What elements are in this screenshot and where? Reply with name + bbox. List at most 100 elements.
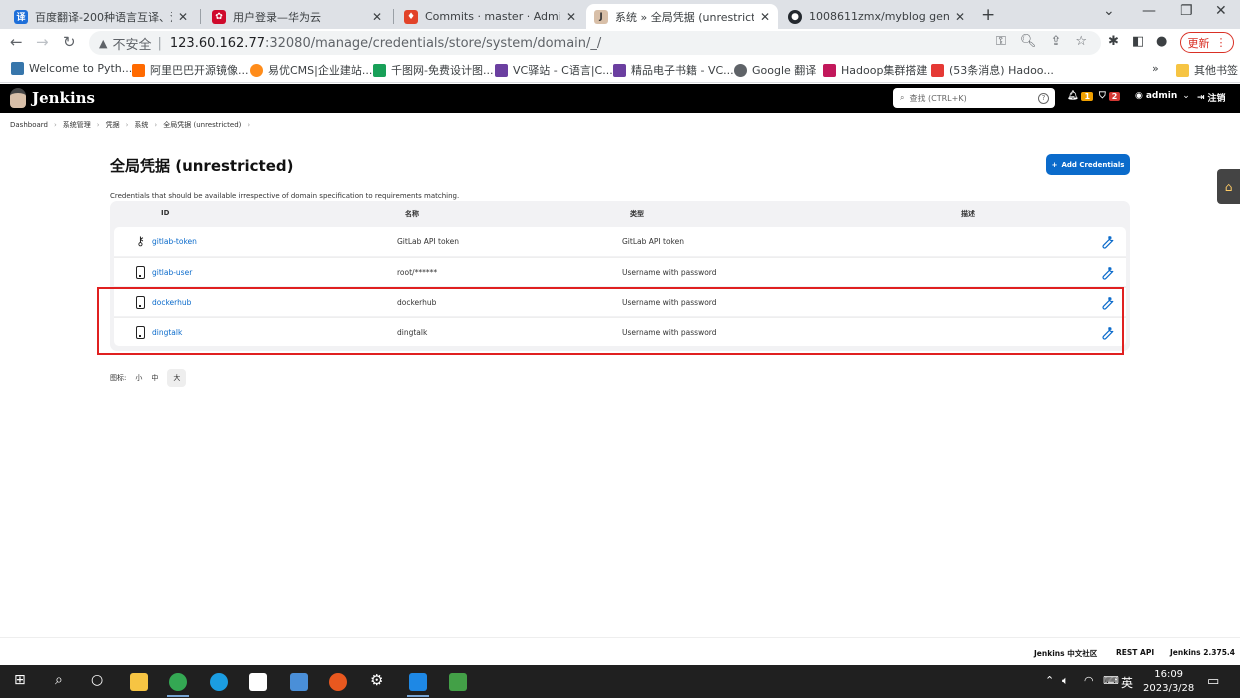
bookmark-item[interactable]: Hadoop集群搭建 [823, 62, 927, 78]
bookmark-item[interactable]: Welcome to Pyth... [11, 62, 132, 75]
search-icon[interactable]: ⌕ [55, 672, 63, 688]
icon-size-medium[interactable]: 中 [151, 373, 158, 383]
keyboard-icon[interactable]: ⌨ [1103, 674, 1119, 687]
tab-search-icon[interactable]: ⌄ [1103, 3, 1115, 19]
bookmark-item[interactable]: 易优CMS|企业建站... [250, 62, 372, 78]
other-bookmarks[interactable]: 其他书签 [1176, 62, 1238, 78]
extensions-icon[interactable]: ✱ [1108, 34, 1119, 49]
annotation-highlight-box [97, 287, 1124, 355]
jenkins-logo[interactable]: Jenkins [10, 88, 95, 108]
security-button[interactable]: ⛉ 2 [1099, 91, 1121, 101]
browser-tab[interactable]: 译 百度翻译-200种语言互译、沟通 ✕ [6, 4, 196, 29]
key-icon: ⚷ [136, 234, 145, 248]
windows-start-icon[interactable]: ⊞ [14, 672, 26, 688]
file-explorer-icon[interactable] [130, 673, 148, 691]
browser-tab[interactable]: ● 1008611zmx/myblog general ✕ [780, 4, 973, 29]
help-icon[interactable]: ? [1038, 92, 1049, 104]
zoom-icon[interactable]: 🔍︎ [1020, 34, 1037, 49]
logout-button[interactable]: ⇥ 注销 [1197, 91, 1226, 105]
bookmark-item[interactable]: VC驿站 - C语言|C... [495, 62, 613, 78]
bookmarks-overflow[interactable]: » [1152, 62, 1159, 75]
back-icon[interactable]: ← [10, 33, 23, 51]
footer: Jenkins 中文社区 REST API Jenkins 2.375.4 [0, 637, 1240, 665]
terminal-icon[interactable] [409, 673, 427, 691]
url-input[interactable]: ▲ 不安全 | 123.60.162.77 :32080/manage/cred… [89, 31, 1101, 55]
credential-icon [136, 266, 145, 279]
share-icon[interactable]: ⇪ [1050, 34, 1061, 49]
breadcrumb-item[interactable]: 系统管理 [63, 120, 91, 130]
notes-icon[interactable] [290, 673, 308, 691]
wrench-icon[interactable] [1098, 232, 1116, 250]
credential-name: GitLab API token [397, 237, 459, 246]
maximize-button[interactable]: ❐ [1180, 3, 1193, 19]
update-button[interactable]: 更新 ⋮ [1180, 32, 1234, 53]
task-view-icon[interactable]: ○ [91, 672, 103, 688]
credential-name: root/****** [397, 268, 438, 277]
wrench-icon[interactable] [1098, 263, 1116, 281]
column-header-description[interactable]: 描述 [961, 209, 975, 219]
community-link[interactable]: Jenkins 中文社区 [1034, 648, 1097, 659]
chrome-icon[interactable] [169, 673, 187, 691]
close-tab-icon[interactable]: ✕ [372, 10, 382, 24]
close-tab-icon[interactable]: ✕ [760, 10, 770, 24]
github-icon: ● [788, 9, 802, 24]
search-icon: ⌕ [900, 93, 905, 102]
browser-tab[interactable]: ✿ 用户登录—华为云 ✕ [204, 4, 390, 29]
bookmark-item[interactable]: Google 翻译 [734, 62, 816, 78]
version-link[interactable]: Jenkins 2.375.4 [1170, 648, 1235, 657]
notifications-button[interactable]: 🔔︎ 1 [1067, 91, 1094, 101]
search-input[interactable]: ⌕ 查找 (CTRL+K) ? [893, 88, 1055, 108]
key-icon[interactable]: ⚿ [996, 34, 1006, 49]
browser-tab-active[interactable]: J 系统 » 全局凭据 (unrestricted) [ ✕ [586, 4, 778, 29]
jenkins-butler-icon [10, 88, 26, 108]
user-menu[interactable]: ◉ admin ⌄ [1135, 91, 1190, 101]
side-panel-icon[interactable]: ◧ [1132, 34, 1144, 49]
close-window-button[interactable]: ✕ [1215, 3, 1227, 19]
chevron-down-icon: ⌄ [1182, 91, 1190, 101]
page-title: 全局凭据 (unrestricted) [110, 157, 294, 175]
bookmark-star-icon[interactable]: ☆ [1075, 34, 1087, 49]
settings-icon[interactable]: ⚙ [370, 671, 383, 689]
bookmark-item[interactable]: 阿里巴巴开源镜像... [132, 62, 249, 78]
credential-id-link[interactable]: gitlab-token [152, 237, 197, 246]
breadcrumb-item[interactable]: Dashboard [10, 121, 48, 129]
icon-size-large[interactable]: 大 [167, 369, 187, 387]
bookmark-item[interactable]: 精品电子书籍 - VC... [613, 62, 734, 78]
credential-id-link[interactable]: gitlab-user [152, 268, 192, 277]
breadcrumb-item[interactable]: 凭据 [106, 120, 120, 130]
tray-chevron-icon[interactable]: ⌃ [1045, 674, 1054, 687]
bookmark-item[interactable]: 千图网-免费设计图... [373, 62, 493, 78]
user-icon: ◉ [1135, 91, 1143, 101]
new-tab-button[interactable]: + [981, 5, 995, 25]
rest-api-link[interactable]: REST API [1116, 648, 1154, 657]
forward-icon[interactable]: → [36, 33, 49, 51]
icon-size-small[interactable]: 小 [135, 373, 142, 383]
browser-tab[interactable]: ♦ Commits · master · Administra ✕ [396, 4, 584, 29]
network-icon[interactable]: ◠ [1084, 674, 1094, 687]
bookmark-item[interactable]: (53条消息) Hadoo... [931, 62, 1054, 78]
close-tab-icon[interactable]: ✕ [566, 10, 576, 24]
minecraft-icon[interactable] [449, 673, 467, 691]
column-header-kind[interactable]: 类型 [630, 209, 644, 219]
side-widget-icon[interactable]: ⌂ [1217, 169, 1240, 204]
ime-indicator[interactable]: 英 [1121, 674, 1133, 691]
close-tab-icon[interactable]: ✕ [955, 10, 965, 24]
column-header-name[interactable]: 名称 [405, 209, 419, 219]
reload-icon[interactable]: ↻ [63, 33, 76, 51]
snail-app-icon[interactable] [329, 673, 347, 691]
breadcrumb-item[interactable]: 系统 [134, 120, 148, 130]
add-credentials-button[interactable]: + Add Credentials [1046, 154, 1130, 175]
edge-icon[interactable] [210, 673, 228, 691]
close-tab-icon[interactable]: ✕ [178, 10, 188, 24]
jenkins-icon: J [594, 9, 608, 24]
minimize-button[interactable]: — [1142, 3, 1156, 19]
notification-center-icon[interactable]: ▭ [1207, 674, 1219, 689]
icon-size-selector: 图标: 小 中 大 [110, 369, 187, 387]
typora-icon[interactable] [249, 673, 267, 691]
breadcrumb-item[interactable]: 全局凭据 (unrestricted) [163, 120, 241, 130]
taskbar-clock[interactable]: 16:09 2023/3/28 [1143, 668, 1194, 696]
column-header-id[interactable]: ID [161, 209, 169, 217]
volume-icon[interactable]: 🔈︎ [1062, 674, 1069, 688]
profile-icon[interactable]: ● [1156, 34, 1167, 49]
table-row: ⚷ gitlab-token GitLab API token GitLab A… [114, 227, 1126, 256]
